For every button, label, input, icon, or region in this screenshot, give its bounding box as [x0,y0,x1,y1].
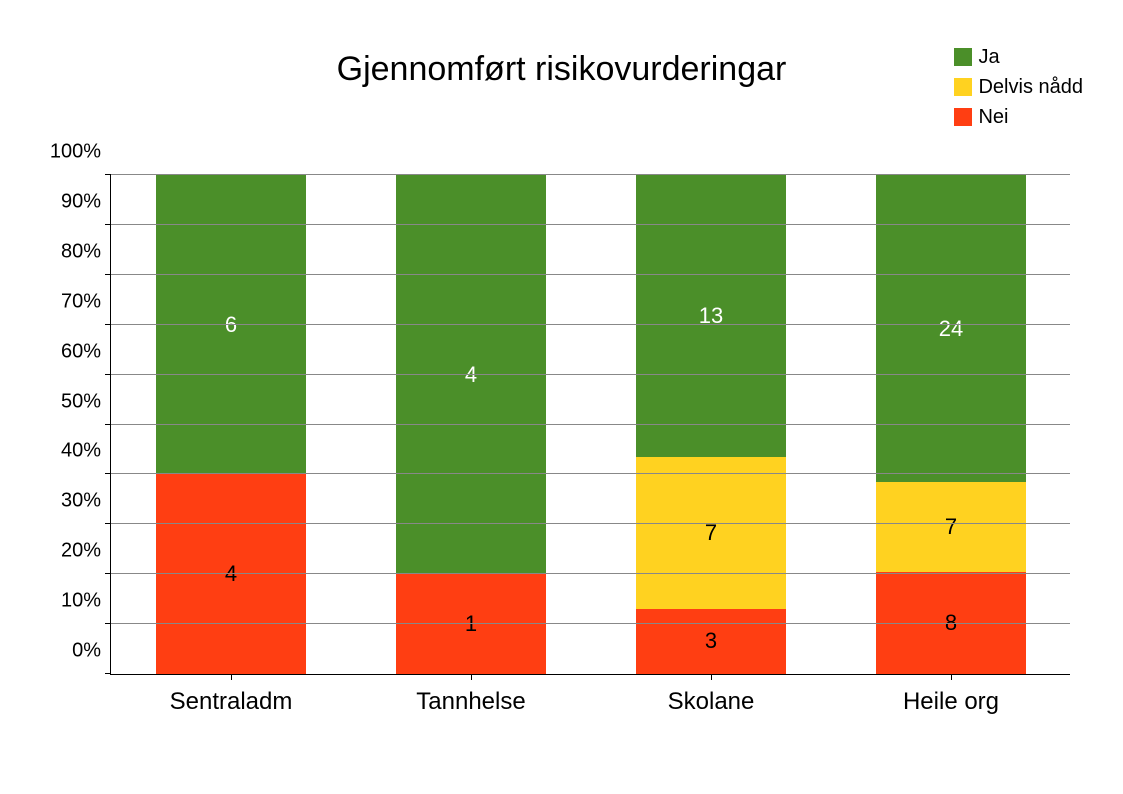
bar-segment: 3 [636,609,786,674]
legend-label-nei: Nei [978,102,1008,132]
bar-segment: 4 [156,474,306,674]
bar-group: Sentraladm46 [156,175,306,674]
gridline [111,274,1070,275]
legend-label-delvis: Delvis nådd [978,72,1083,102]
gridline [111,523,1070,524]
legend-swatch-ja [954,48,972,66]
bar-segment: 6 [156,175,306,474]
bar-segment: 24 [876,175,1026,482]
y-tick-label: 10% [61,590,111,613]
gridline [111,174,1070,175]
bar-group: Tannhelse14 [396,175,546,674]
y-tickmark [105,473,111,474]
y-tick-label: 70% [61,290,111,313]
gridline [111,623,1070,624]
y-tick-label: 20% [61,540,111,563]
y-tickmark [105,573,111,574]
legend-item-delvis: Delvis nådd [954,72,1083,102]
bar-segment: 7 [636,457,786,609]
legend-item-nei: Nei [954,102,1083,132]
y-tick-label: 50% [61,390,111,413]
y-tick-label: 80% [61,240,111,263]
gridline [111,473,1070,474]
gridline [111,324,1070,325]
stacked-bar-chart: Gjennomført risikovurderingar Ja Delvis … [0,0,1123,794]
chart-legend: Ja Delvis nådd Nei [954,42,1083,132]
bar-segment: 7 [876,482,1026,572]
legend-item-ja: Ja [954,42,1083,72]
bar-value-label: 4 [225,561,237,587]
y-tick-label: 0% [72,640,111,663]
x-category-label: Tannhelse [416,674,525,716]
bars-layer: Sentraladm46Tannhelse14Skolane3713Heile … [111,175,1070,674]
bar-value-label: 13 [699,303,723,329]
y-tick-label: 60% [61,340,111,363]
bar-group: Heile org8724 [876,175,1026,674]
gridline [111,573,1070,574]
y-tickmark [105,324,111,325]
bar-value-label: 6 [225,312,237,338]
bar-segment: 13 [636,175,786,457]
y-tickmark [105,224,111,225]
y-tick-label: 100% [50,141,111,164]
y-tickmark [105,623,111,624]
x-category-label: Sentraladm [170,674,293,716]
y-tickmark [105,424,111,425]
legend-swatch-delvis [954,78,972,96]
bar-segment: 4 [396,175,546,574]
bar-value-label: 4 [465,362,477,388]
bar-value-label: 7 [945,514,957,540]
y-tickmark [105,374,111,375]
y-tick-label: 30% [61,490,111,513]
y-tickmark [105,174,111,175]
bar-value-label: 3 [705,628,717,654]
gridline [111,374,1070,375]
y-tickmark [105,673,111,674]
x-category-label: Skolane [668,674,755,716]
gridline [111,424,1070,425]
legend-swatch-nei [954,108,972,126]
x-category-label: Heile org [903,674,999,716]
y-tickmark [105,523,111,524]
bar-value-label: 24 [939,316,963,342]
y-tick-label: 40% [61,440,111,463]
y-tickmark [105,274,111,275]
plot-area: Sentraladm46Tannhelse14Skolane3713Heile … [110,175,1070,675]
bar-group: Skolane3713 [636,175,786,674]
legend-label-ja: Ja [978,42,999,72]
y-tick-label: 90% [61,190,111,213]
gridline [111,224,1070,225]
